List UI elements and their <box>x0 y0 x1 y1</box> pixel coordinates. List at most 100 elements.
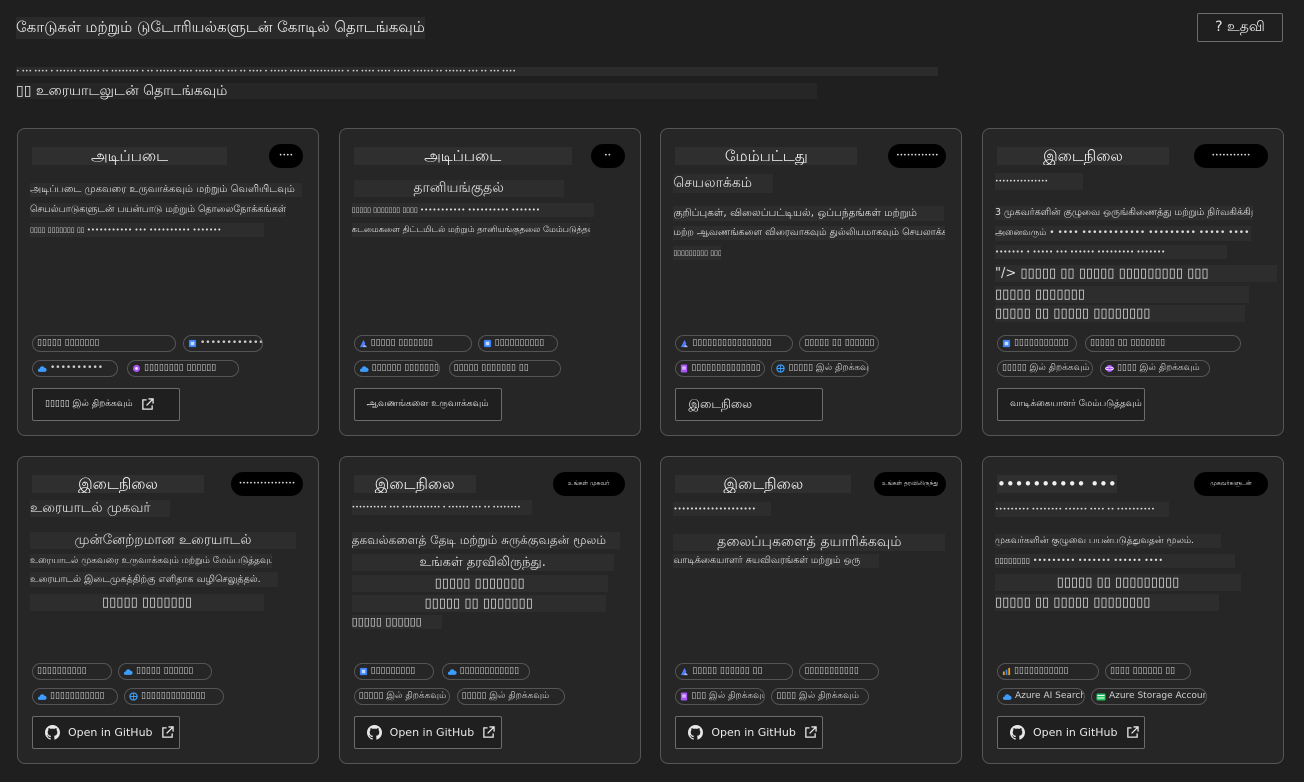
section-heading: ▯▯ உரையாடலுடன் தொடங்கவும் <box>16 83 817 99</box>
tag-label: ▯▯▯▯▯▯ ▯▯▯▯▯▯▯ ▯▯ <box>371 363 439 373</box>
page-title: கோடுகள் மற்றும் டுடோரியல்களுடன் கோடில் த… <box>16 17 425 39</box>
external-link-icon <box>483 726 495 738</box>
card-description-line: ••••••••• •••••••• •••••• •••• •• ••••••… <box>994 502 1169 517</box>
tag-label: ▯▯▯▯▯ இல் திறக்கவும் <box>788 363 870 373</box>
card-action-button[interactable]: ஆவணங்களை உருவாக்கவும் <box>353 388 502 421</box>
cube-icon <box>359 667 368 676</box>
technology-tag: ▯▯▯▯▯ ▯▯ ▯▯▯▯▯▯▯ <box>1084 335 1241 352</box>
template-card[interactable]: இடைநிலை உங்கள் தரவிலிருந்து ••••••••••••••… <box>660 456 963 764</box>
tag-label: ▯▯▯▯▯ ▯▯ ▯▯▯▯▯▯▯ <box>1089 338 1166 348</box>
level-badge: உங்கள் தரவிலிருந்து <box>874 472 947 496</box>
tag-label: ▯▯▯▯▯ இல் திறக்கவும் <box>1001 363 1090 373</box>
button-label: Open in GitHub <box>68 726 153 739</box>
technology-tag: ▯▯▯▯▯▯▯▯▯▯▯ <box>799 663 880 680</box>
level-badge: •••••••••••• <box>888 144 947 168</box>
level-badge: முகவர்களுடன் <box>1193 472 1268 496</box>
tag-label: ▯▯▯▯▯ ▯▯▯▯▯▯▯ ▯▯ <box>453 363 529 373</box>
card-title: இடைநிலை <box>996 147 1169 165</box>
technology-tag: ▯▯▯▯▯ ▯▯▯▯▯▯▯ ▯▯ <box>448 360 561 377</box>
card-description-line: உரையாடல் முகவர் <box>30 500 170 517</box>
card-action-button[interactable]: ▯▯▯▯▯ இல் திறக்கவும் <box>32 388 180 421</box>
tag-label: ▯▯▯▯ ▯▯▯▯▯▯ ▯▯ <box>1109 666 1176 676</box>
technology-tag: ▯▯▯▯▯ ▯▯▯▯▯▯▯ <box>353 335 472 352</box>
tag-label: Azure Storage Account <box>1108 691 1207 701</box>
cloud-icon <box>123 668 133 676</box>
github-icon <box>45 725 60 740</box>
template-card[interactable]: அடிப்படை •••• அடிப்படை முகவரை உருவாக்கவும்… <box>17 128 319 436</box>
template-card[interactable]: இடைநிலை உங்கள் முகவர் •••••••••• ••• •••••… <box>338 456 641 764</box>
globe-icon <box>129 692 138 701</box>
tag-label: ▯▯▯▯▯▯▯▯▯▯▯ <box>1013 338 1069 348</box>
card-action-button[interactable]: இடைநிலை <box>675 388 824 421</box>
chart-icon <box>1002 667 1011 676</box>
cloud-icon <box>37 365 47 373</box>
card-description-line: தலைப்புகளைத் தயாரிக்கவும் <box>673 534 946 551</box>
card-description-line: ▯▯▯▯▯ ▯▯ ▯▯▯▯▯ ▯▯▯▯▯▯▯▯ <box>994 594 1219 611</box>
card-description-line: தானியங்குதல் <box>353 180 564 197</box>
cloud-icon <box>359 365 369 373</box>
cloud-icon <box>447 668 457 676</box>
external-link-icon <box>1126 726 1139 738</box>
template-card[interactable]: இடைநிலை ••••••••••• ••••••••••••••• 3 முகவர… <box>981 128 1284 436</box>
cosmos-icon <box>1105 364 1114 373</box>
card-title: இடைநிலை <box>675 475 852 493</box>
technology-tag: ▯▯▯▯▯ ▯▯▯▯▯▯ ▯▯ <box>675 663 794 680</box>
card-title: •••••••••• •••••••• <box>996 475 1117 493</box>
tag-label: Azure AI Search <box>1014 691 1085 701</box>
technology-tag: Azure Storage Account <box>1090 688 1207 705</box>
card-description-line: உங்கள் தரவிலிருந்து. <box>351 554 614 571</box>
azure-icon <box>680 667 689 676</box>
card-description-line: குறிப்புகள், விலைப்பட்டியல், ஒப்பந்தங்கள… <box>673 206 945 221</box>
card-action-button[interactable]: வாடிக்கையாளர் மேம்படுத்தவும் <box>996 388 1145 421</box>
card-description-line: அடிப்படை முகவரை உருவாக்கவும் மற்றும் வெள… <box>30 183 302 197</box>
template-grid: அடிப்படை •••• அடிப்படை முகவரை உருவாக்கவும்… <box>17 128 1284 764</box>
template-card[interactable]: மேம்பட்டது •••••••••••• செயலாக்கம் குறிப்பு… <box>660 128 963 436</box>
globe-icon <box>776 364 785 373</box>
tag-label: ▯▯▯▯▯▯▯▯▯▯▯▯▯▯▯▯ <box>692 338 772 348</box>
button-label: இடைநிலை <box>688 396 753 411</box>
technology-tag: ▯▯▯▯▯ இல் திறக்கவும் <box>353 688 450 705</box>
tag-label: ▯▯▯▯▯ ▯▯ ▯▯▯▯▯▯ <box>804 338 875 348</box>
card-description-line: ▯▯▯▯▯ ▯▯ ▯▯▯▯▯ ▯▯▯▯▯▯▯▯ <box>994 305 1245 322</box>
technology-tag: ▯▯▯▯ இல் திறக்கவும் <box>1099 360 1210 377</box>
technology-tag: ▯▯▯▯▯▯▯▯▯▯▯ <box>32 688 118 705</box>
card-description-line: ••••••••••••••• <box>994 173 1083 190</box>
github-icon <box>366 725 382 740</box>
help-button[interactable]: ? உதவி <box>1197 13 1283 42</box>
template-card[interactable]: அடிப்படை •• தானியங்குதல் ▯▯▯▯▯ ▯▯▯▯▯▯▯ ▯▯▯▯… <box>338 128 641 436</box>
sparkle-icon <box>132 364 141 373</box>
technology-tag: ▯▯▯▯▯▯▯▯ ▯▯▯▯▯▯ <box>127 360 239 377</box>
open-in-github-button[interactable]: Open in GitHub <box>996 716 1145 749</box>
technology-tag: Azure AI Search <box>996 688 1085 705</box>
card-description-line: ▯▯▯▯▯ ▯▯▯▯▯▯▯ ▯▯▯▯ ••••••••••• •••••••••… <box>351 203 594 217</box>
tag-label: ▯▯▯▯▯▯▯▯▯▯▯▯ <box>459 666 520 676</box>
external-link-icon <box>141 398 154 410</box>
cube-icon <box>188 339 197 348</box>
tag-label: ▯▯▯▯▯▯▯▯▯▯ <box>494 338 545 348</box>
open-in-github-button[interactable]: Open in GitHub <box>32 716 180 749</box>
template-card[interactable]: •••••••••• •••••••• முகவர்களுடன் •••••••••… <box>981 456 1284 764</box>
card-title: இடைநிலை <box>32 475 204 493</box>
tag-label: ▯▯▯▯▯ இல் திறக்கவும் <box>358 691 447 701</box>
technology-tag: ▯▯▯▯▯▯▯▯▯▯▯▯▯▯▯▯ <box>675 335 794 352</box>
button-label: ▯▯▯▯▯ இல் திறக்கவும் <box>45 399 133 409</box>
technology-tag: ▯▯▯▯▯▯▯▯▯▯ <box>32 663 112 680</box>
card-title: அடிப்படை <box>32 147 227 165</box>
card-description-line: முகவர்களின் குழுவை பயன்படுத்துவதன் மூலம்… <box>994 534 1221 548</box>
level-badge: •••••••••••••••• <box>231 472 303 496</box>
button-label: Open in GitHub <box>1032 726 1118 739</box>
technology-tag: ▯▯▯▯▯ ▯▯▯▯▯▯▯ <box>32 335 176 352</box>
tag-label: ▯▯▯▯▯▯▯▯▯▯▯ <box>804 666 859 676</box>
card-description-line: ▯▯▯▯▯ ▯▯▯▯▯▯▯ <box>994 286 1249 303</box>
technology-tag: ••••••••••••••• <box>183 335 263 352</box>
template-card[interactable]: இடைநிலை •••••••••••••••• உரையாடல் முகவர் மு… <box>17 456 319 764</box>
technology-tag: ▯▯▯▯▯▯ ▯▯▯▯▯▯▯ ▯▯ <box>353 360 440 377</box>
tag-label: ▯▯▯ இல் திறக்கவும் <box>691 691 766 701</box>
tag-label: ▯▯▯▯▯ ▯▯▯▯▯▯▯ <box>37 338 100 348</box>
cube-icon <box>1002 339 1011 348</box>
open-in-github-button[interactable]: Open in GitHub <box>353 716 502 749</box>
open-in-github-button[interactable]: Open in GitHub <box>675 716 824 749</box>
tag-label: ▯▯▯▯▯ இல் திறக்கவும் <box>461 691 550 701</box>
card-description-line: ▯▯▯▯▯▯▯▯ ••••••••• ••••••• •••••• •••• <box>994 554 1235 568</box>
card-description-line: தகவல்களைத் தேடி மற்றும் சுருக்குவதன் மூல… <box>351 532 620 549</box>
